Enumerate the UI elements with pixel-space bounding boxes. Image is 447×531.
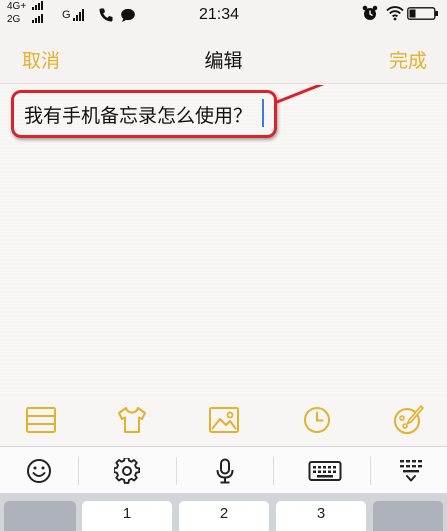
clock-icon[interactable] <box>300 404 334 436</box>
keyboard-icon[interactable] <box>308 458 342 484</box>
phone-icon <box>99 8 113 22</box>
key-3[interactable]: 3 <box>276 501 366 531</box>
signal-icon <box>32 1 43 10</box>
network-type-primary: 4G+ <box>7 1 27 12</box>
toolbar-divider <box>273 457 274 485</box>
microphone-icon[interactable] <box>212 458 238 484</box>
signal-icon-secondary <box>32 14 43 23</box>
image-icon[interactable] <box>207 404 241 436</box>
annotation-highlight-box <box>11 90 277 138</box>
toolbar-divider <box>176 457 177 485</box>
network-type-secondary: 2G <box>7 14 21 25</box>
format-toolbar <box>0 395 447 445</box>
status-time: 21:34 <box>199 6 240 23</box>
key-side-right[interactable] <box>373 501 443 531</box>
toolbar-divider <box>370 457 371 485</box>
wifi-icon <box>386 6 404 21</box>
table-icon[interactable] <box>24 404 58 436</box>
message-icon <box>121 8 135 22</box>
page-title: 编辑 <box>204 51 243 72</box>
battery-icon <box>407 7 438 20</box>
key-2[interactable]: 2 <box>179 501 269 531</box>
collapse-keyboard-icon[interactable] <box>398 458 426 484</box>
key-1[interactable]: 1 <box>82 501 172 531</box>
keyboard-keys: 1 2 3 <box>0 494 447 531</box>
navigation-bar: 取消 编辑 完成 <box>0 34 447 84</box>
note-editor[interactable]: 我有手机备忘录怎么使用？ <box>0 85 447 395</box>
key-side-left[interactable] <box>4 501 76 531</box>
toolbar-divider <box>78 457 79 485</box>
shirt-icon[interactable] <box>115 404 149 436</box>
done-button[interactable]: 完成 <box>389 46 427 73</box>
keyboard-toolbar <box>0 446 447 494</box>
network-type-tertiary: G <box>62 9 71 21</box>
palette-icon[interactable] <box>391 404 425 436</box>
alarm-icon <box>362 5 378 20</box>
signal-icon-tertiary <box>73 9 84 21</box>
status-bar: 4G+ 2G G 21:34 <box>0 0 447 34</box>
settings-icon[interactable] <box>114 458 140 484</box>
emoji-icon[interactable] <box>26 458 52 484</box>
